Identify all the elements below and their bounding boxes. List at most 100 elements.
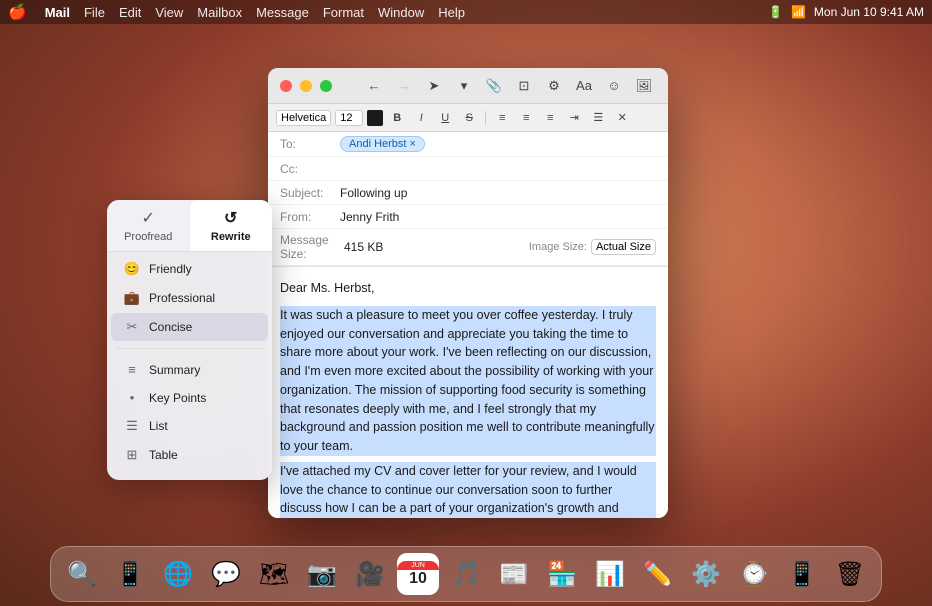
indent-button[interactable]: ⇥ xyxy=(564,108,584,128)
align-right-button[interactable]: ≡ xyxy=(540,108,560,128)
dock-news[interactable]: 📰 xyxy=(493,553,535,595)
ai-list[interactable]: ☰ List xyxy=(111,412,268,440)
from-value[interactable]: Jenny Frith xyxy=(340,210,656,224)
ai-concise[interactable]: ✂ Concise xyxy=(111,313,268,341)
dock-iphone[interactable]: 📱 xyxy=(781,553,823,595)
align-left-button[interactable]: ≡ xyxy=(492,108,512,128)
menubar-mailbox[interactable]: Mailbox xyxy=(197,5,242,20)
close-button[interactable] xyxy=(280,80,292,92)
menubar-file[interactable]: File xyxy=(84,5,105,20)
ai-friendly[interactable]: 😊 Friendly xyxy=(111,255,268,283)
bold-button[interactable]: B xyxy=(387,108,407,128)
text-format-button[interactable]: Aa xyxy=(572,74,596,98)
menubar-edit[interactable]: Edit xyxy=(119,5,141,20)
menubar-left: 🍎 Mail File Edit View Mailbox Message Fo… xyxy=(8,3,465,21)
ai-professional[interactable]: 💼 Professional xyxy=(111,284,268,312)
image-size-dropdown[interactable]: Actual Size xyxy=(591,239,656,255)
subject-row: Subject: Following up xyxy=(268,181,668,205)
dock-photos[interactable]: 📷 xyxy=(301,553,343,595)
professional-icon: 💼 xyxy=(123,290,141,306)
forward-button[interactable]: → xyxy=(392,74,416,98)
menubar: 🍎 Mail File Edit View Mailbox Message Fo… xyxy=(0,0,932,24)
ai-table[interactable]: ⊞ Table xyxy=(111,441,268,469)
menubar-app-name[interactable]: Mail xyxy=(45,5,70,20)
underline-button[interactable]: U xyxy=(435,108,455,128)
dock-watch[interactable]: ⌚ xyxy=(733,553,775,595)
ai-tabs: ✓ Proofread ↺ Rewrite xyxy=(107,200,272,252)
menubar-view[interactable]: View xyxy=(155,5,183,20)
dock-itunes[interactable]: 🎵 xyxy=(445,553,487,595)
menubar-help[interactable]: Help xyxy=(438,5,465,20)
ai-tone-section: 😊 Friendly 💼 Professional ✂ Concise xyxy=(107,252,272,344)
dock-numbers[interactable]: 📊 xyxy=(589,553,631,595)
menubar-right: 🔋 📶 Mon Jun 10 9:41 AM xyxy=(768,5,924,19)
dock-finder[interactable]: 🔍 xyxy=(61,553,103,595)
maximize-button[interactable] xyxy=(320,80,332,92)
from-label: From: xyxy=(280,210,340,224)
dock-safari[interactable]: 🌐 xyxy=(157,553,199,595)
from-row: From: Jenny Frith xyxy=(268,205,668,229)
menubar-message[interactable]: Message xyxy=(256,5,309,20)
emoji-button[interactable]: ☺ xyxy=(602,74,626,98)
friendly-icon: 😊 xyxy=(123,261,141,277)
font-selector[interactable]: Helvetica xyxy=(276,110,331,126)
apple-menu[interactable]: 🍎 xyxy=(8,3,27,21)
dock-appstore[interactable]: 🏪 xyxy=(541,553,583,595)
align-center-button[interactable]: ≡ xyxy=(516,108,536,128)
italic-button[interactable]: I xyxy=(411,108,431,128)
rewrite-icon: ↺ xyxy=(224,208,237,228)
wifi-icon: 📶 xyxy=(791,5,806,19)
to-label: To: xyxy=(280,137,340,151)
ai-format-section: ≡ Summary • Key Points ☰ List ⊞ Table xyxy=(107,353,272,472)
key-points-label: Key Points xyxy=(149,391,206,405)
cc-label: Cc: xyxy=(280,162,340,176)
tab-rewrite-label: Rewrite xyxy=(211,231,251,243)
ai-panel: ✓ Proofread ↺ Rewrite 😊 Friendly 💼 Profe… xyxy=(107,200,272,480)
back-button[interactable]: ← xyxy=(362,74,386,98)
send-button[interactable]: ➤ xyxy=(422,74,446,98)
font-size-selector[interactable]: 12 xyxy=(335,110,363,126)
ai-divider xyxy=(115,348,264,349)
ai-key-points[interactable]: • Key Points xyxy=(111,384,268,411)
format-bar: Helvetica 12 B I U S ≡ ≡ ≡ ⇥ ☰ ✕ xyxy=(268,104,668,132)
dock: 🔍 📱 🌐 💬 🗺 📷 🎥 JUN 10 🎵 📰 🏪 📊 ✏️ ⚙️ ⌚ 📱 🗑 xyxy=(50,546,882,602)
clock: Mon Jun 10 9:41 AM xyxy=(814,5,924,19)
paragraph1: It was such a pleasure to meet you over … xyxy=(280,306,656,456)
recipient-tag[interactable]: Andi Herbst × xyxy=(340,136,425,152)
size-row: Message Size: 415 KB Image Size: Actual … xyxy=(268,229,668,266)
clear-format-button[interactable]: ✕ xyxy=(612,108,632,128)
dock-systemprefs[interactable]: ⚙️ xyxy=(685,553,727,595)
menubar-format[interactable]: Format xyxy=(323,5,364,20)
subject-label: Subject: xyxy=(280,186,340,200)
tab-rewrite[interactable]: ↺ Rewrite xyxy=(190,200,273,251)
image-size-label: Image Size: xyxy=(529,241,587,253)
friendly-label: Friendly xyxy=(149,262,192,276)
subject-value[interactable]: Following up xyxy=(340,186,656,200)
attachment-button[interactable]: 📎 xyxy=(482,74,506,98)
dock-launchpad[interactable]: 📱 xyxy=(109,553,151,595)
list-icon: ☰ xyxy=(123,418,141,434)
dock-trash[interactable]: 🗑 xyxy=(829,553,871,595)
text-color-swatch[interactable] xyxy=(367,110,383,126)
dock-messages[interactable]: 💬 xyxy=(205,553,247,595)
professional-label: Professional xyxy=(149,291,215,305)
options-button[interactable]: ⚙ xyxy=(542,74,566,98)
dock-maps[interactable]: 🗺 xyxy=(253,553,295,595)
list-format-button[interactable]: ☰ xyxy=(588,108,608,128)
compose-window: ← → ➤ ▾ 📎 ⊡ ⚙ Aa ☺ 🖼 Helvetica 12 B I U … xyxy=(268,68,668,518)
strikethrough-button[interactable]: S xyxy=(459,108,479,128)
layout-button[interactable]: ⊡ xyxy=(512,74,536,98)
summary-label: Summary xyxy=(149,363,200,377)
ai-summary[interactable]: ≡ Summary xyxy=(111,356,268,383)
compose-body[interactable]: Dear Ms. Herbst, It was such a pleasure … xyxy=(268,267,668,518)
paragraph2: I've attached my CV and cover letter for… xyxy=(280,462,656,518)
photos-button[interactable]: 🖼 xyxy=(632,74,656,98)
dock-facetime[interactable]: 🎥 xyxy=(349,553,391,595)
dock-pages[interactable]: ✏️ xyxy=(637,553,679,595)
tab-proofread[interactable]: ✓ Proofread xyxy=(107,200,190,251)
send-dropdown[interactable]: ▾ xyxy=(452,74,476,98)
menubar-window[interactable]: Window xyxy=(378,5,424,20)
minimize-button[interactable] xyxy=(300,80,312,92)
dock-calendar[interactable]: JUN 10 xyxy=(397,553,439,595)
to-row: To: Andi Herbst × xyxy=(268,132,668,157)
